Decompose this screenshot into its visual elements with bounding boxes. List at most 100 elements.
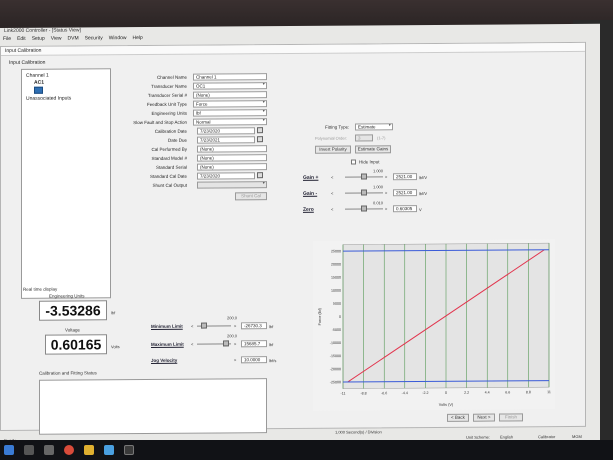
gain-minus-slider[interactable] — [345, 189, 383, 198]
decrement-icon: < — [331, 190, 334, 196]
slider-knob[interactable] — [361, 173, 367, 180]
jog-velocity-unit: lbf/s — [269, 358, 277, 364]
date-due-field[interactable]: 7/23/2021 — [197, 136, 255, 144]
cal-performed-label: Cal Performed By — [151, 146, 187, 152]
x-tick-label: -11 — [341, 392, 346, 396]
voltage-readout: 0.60165 — [45, 334, 107, 355]
decrement-icon: < — [191, 323, 194, 329]
slider-knob[interactable] — [223, 340, 229, 347]
y-tick-label: 25000 — [331, 249, 341, 253]
engineering-units-select[interactable]: lbf — [193, 109, 267, 117]
slow-fault-select[interactable]: Normal — [193, 118, 267, 126]
feedback-unit-label: Feedback Unit Type — [147, 101, 187, 107]
min-limit-field[interactable]: -26730.3 — [241, 322, 267, 330]
back-button[interactable]: < Back — [447, 413, 469, 422]
y-tick-label: 15000 — [331, 276, 341, 280]
status-bar-division: 1,000 Second(s) / Division — [335, 429, 382, 435]
fitting-type-select[interactable]: Estimate — [355, 123, 393, 131]
standard-serial-label: Standard Serial — [155, 164, 187, 170]
app-icon[interactable] — [124, 445, 134, 455]
cal-performed-field[interactable]: (None) — [197, 145, 267, 153]
invert-polarity-button[interactable]: Invert Polarity — [315, 145, 351, 154]
gain-minus-label: Gain - — [303, 190, 318, 197]
task-view-icon[interactable] — [44, 445, 54, 455]
y-tick-label: 5000 — [333, 302, 341, 306]
max-limit-label: Maximum Limit — [151, 341, 184, 347]
finish-button[interactable]: Finish — [499, 413, 523, 422]
standard-cal-date-field[interactable]: 7/23/2020 — [197, 172, 255, 180]
eng-units-readout: -3.53286 — [39, 300, 107, 321]
gain-plus-slider[interactable] — [345, 173, 383, 182]
calibration-date-label: Calibration Date — [154, 128, 187, 134]
x-tick-label: -4.4 — [402, 391, 408, 395]
increment-icon: > — [385, 190, 388, 196]
x-tick-label: 2.2 — [464, 391, 469, 395]
x-tick-label: -8.8 — [360, 391, 366, 395]
min-limit-slider[interactable] — [197, 322, 231, 331]
calibration-date-field[interactable]: 7/23/2020 — [197, 127, 255, 135]
max-limit-slider[interactable] — [197, 340, 231, 349]
tree-item-ac1[interactable]: AC1 — [34, 80, 44, 86]
zero-slider[interactable] — [345, 205, 383, 214]
x-tick-label: 4.4 — [485, 391, 490, 395]
next-button[interactable]: Next > — [473, 413, 495, 422]
channel-name-label: Channel Name — [156, 74, 187, 80]
gain-minus-field[interactable]: 2521.00 — [393, 189, 417, 197]
transducer-name-label: Transducer Name — [151, 83, 187, 89]
menu-file[interactable]: File — [3, 36, 11, 43]
shunt-cal-output-select[interactable] — [197, 181, 267, 189]
x-tick-label: -2.2 — [422, 391, 428, 395]
app-icon[interactable] — [104, 445, 114, 455]
menu-help[interactable]: Help — [133, 35, 143, 42]
menu-edit[interactable]: Edit — [17, 36, 26, 43]
menu-setup[interactable]: Setup — [32, 36, 45, 43]
slow-fault-label: Slow Fault and Stop Action — [133, 119, 187, 126]
explorer-icon[interactable] — [84, 445, 94, 455]
engineering-units-label: Engineering Units — [151, 110, 187, 116]
zero-field[interactable]: 0.60305 — [393, 205, 417, 213]
y-tick-label: 20000 — [331, 262, 341, 266]
tree-item-channel-1[interactable]: Channel 1 — [26, 73, 49, 79]
calibration-chart: -11 -8.8 -6.6 -4.4 -2.2 0 2.2 4.4 6.6 8.8 11 -25000… — [313, 239, 555, 411]
x-tick-label: -6.6 — [381, 391, 387, 395]
shunt-cal-button[interactable]: Shunt Cal — [235, 192, 267, 201]
mode-label: MGM — [572, 433, 582, 440]
jog-velocity-field[interactable]: 10.0000 — [241, 356, 267, 364]
unit-scheme-value: English — [500, 434, 514, 440]
input-icon — [34, 86, 43, 94]
zero-unit: V — [419, 207, 422, 213]
slider-knob[interactable] — [201, 322, 207, 329]
gain-plus-field[interactable]: 2521.00 — [393, 173, 417, 181]
transducer-name-select[interactable]: OC1 — [193, 82, 267, 90]
polynomial-order-label: Polynomial Order: — [315, 135, 348, 141]
hide-input-checkbox[interactable] — [351, 159, 356, 165]
gain-plus-label: Gain + — [303, 174, 319, 181]
date-due-label: Date Due — [167, 137, 187, 143]
windows-start-icon[interactable] — [4, 445, 14, 455]
shunt-cal-output-label: Shunt Cal Output — [152, 182, 187, 188]
increment-icon: > — [385, 206, 388, 212]
y-tick-label: -15000 — [330, 354, 341, 358]
menu-security[interactable]: Security — [85, 35, 103, 42]
search-icon[interactable] — [24, 445, 34, 455]
polynomial-order-field[interactable]: 3 — [355, 134, 373, 142]
slider-knob[interactable] — [361, 205, 367, 212]
eng-units-unit: lbf — [111, 310, 116, 316]
zero-step: 0.010 — [373, 200, 384, 206]
slider-knob[interactable] — [361, 189, 367, 196]
channel-name-field[interactable]: Channel 1 — [193, 73, 267, 81]
menu-window[interactable]: Window — [109, 35, 127, 42]
calendar-icon[interactable] — [257, 172, 263, 179]
transducer-serial-field[interactable]: (None) — [193, 91, 267, 99]
feedback-unit-select[interactable]: Force — [193, 100, 267, 108]
menu-view[interactable]: View — [51, 36, 62, 43]
chrome-icon[interactable] — [64, 445, 74, 455]
standard-serial-field[interactable]: (None) — [197, 163, 267, 171]
standard-model-field[interactable]: (None) — [197, 154, 267, 162]
calendar-icon[interactable] — [257, 127, 263, 134]
tree-item-unassociated[interactable]: Unassociated Inputs — [26, 96, 71, 102]
calendar-icon[interactable] — [257, 136, 263, 143]
max-limit-field[interactable]: 15685.7 — [241, 340, 267, 348]
estimate-gains-button[interactable]: Estimate Gains — [355, 145, 391, 154]
menu-dvm[interactable]: DVM — [68, 35, 79, 42]
